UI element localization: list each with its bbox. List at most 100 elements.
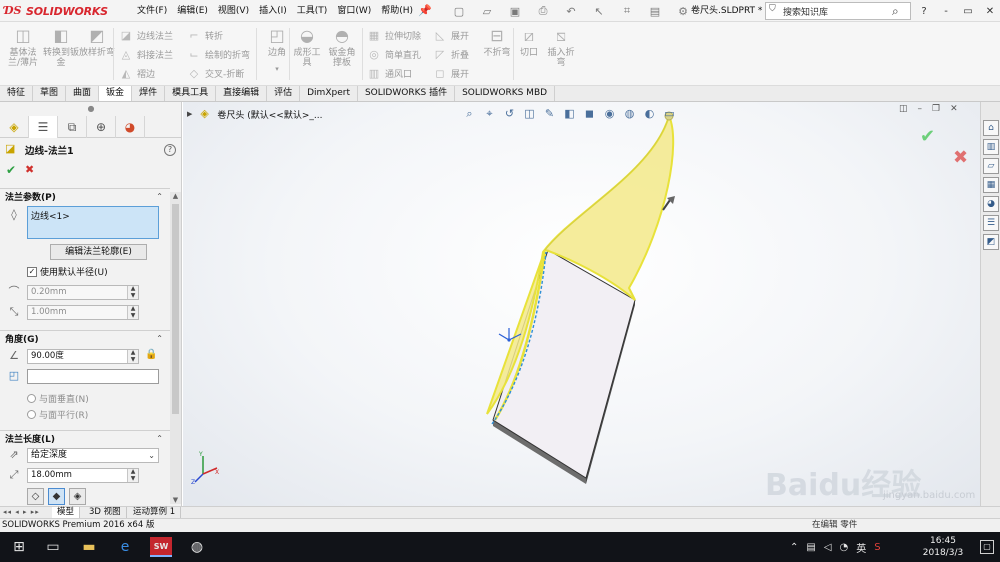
network-icon[interactable]: ▤	[806, 542, 815, 553]
tab-surfaces[interactable]: 曲面	[66, 86, 100, 101]
undo-icon[interactable]: ↶	[560, 3, 582, 19]
insert-bends-button[interactable]: ⧅ 插入折弯	[544, 26, 578, 68]
tab-mold-tools[interactable]: 模具工具	[165, 86, 217, 101]
tab-sheet-metal[interactable]: 钣金	[99, 86, 133, 101]
use-default-radius-checkbox[interactable]: ✓ 使用默认半径(U)	[27, 265, 108, 278]
flyout-feature-tree[interactable]: ▶ ◈ 卷尺头 (默认<<默认>_...	[187, 107, 322, 121]
radius-stepper[interactable]: ▲ ▼	[127, 285, 138, 299]
flatten-button[interactable]: ◻ 展开	[432, 64, 469, 83]
zoom-to-fit-icon[interactable]: ⌕	[461, 106, 478, 122]
convert-sheet-metal-button[interactable]: ◧ 转换到钣金	[42, 26, 80, 68]
flange-params-group[interactable]: 法兰参数(P) ⌃	[0, 188, 170, 204]
edit-flange-profile-button[interactable]: 编辑法兰轮廓(E)	[50, 244, 147, 260]
view-orientation-icon[interactable]: ◧	[561, 106, 578, 122]
extruded-cut-button[interactable]: ▦ 拉伸切除	[366, 26, 421, 45]
custom-properties-icon[interactable]: ☰	[983, 215, 999, 231]
dimxpert-manager-tab-icon[interactable]: ⊕	[87, 116, 116, 138]
menu-tools[interactable]: 工具(T)	[292, 0, 333, 22]
cross-break-button[interactable]: ◇ 交叉-折断	[186, 64, 250, 83]
file-explorer-icon[interactable]: ▱	[983, 158, 999, 174]
file-properties-icon[interactable]: ▤	[644, 3, 666, 19]
parallel-to-face-radio[interactable]: 与面平行(R)	[27, 408, 88, 421]
clock[interactable]: 16:45 2018/3/3	[918, 535, 968, 559]
fold-button[interactable]: ◸ 折叠	[432, 45, 469, 64]
windows-start-icon[interactable]: ⊞	[8, 537, 30, 557]
angle-group[interactable]: 角度(G) ⌃	[0, 330, 170, 346]
pin-icon[interactable]: 📌	[418, 4, 432, 18]
dynamic-annotation-icon[interactable]: ✎	[541, 106, 558, 122]
confirmation-ok-icon[interactable]: ✔	[920, 126, 935, 147]
solidworks-taskbar-icon[interactable]: SW 2016	[150, 537, 172, 557]
vent-button[interactable]: ▥ 通风口	[366, 64, 421, 83]
viewport-restore-icon[interactable]: ❐	[932, 104, 940, 114]
expand-arrow-icon[interactable]: ▶	[187, 110, 192, 118]
edge-flange-button[interactable]: ◪ 边线法兰	[118, 26, 173, 45]
appearances-icon[interactable]: ◕	[983, 196, 999, 212]
collapse-chevron-icon[interactable]: ⌃	[156, 192, 163, 201]
minimize-button[interactable]: -	[940, 6, 952, 17]
menu-insert[interactable]: 插入(I)	[254, 0, 292, 22]
outer-virtual-sharp-icon[interactable]: ◇	[27, 488, 44, 505]
hide-show-items-icon[interactable]: ◉	[601, 106, 618, 122]
corner-button[interactable]: ◰ 边角 ▾	[258, 26, 296, 74]
close-button[interactable]: ✕	[984, 6, 996, 17]
flange-length-field[interactable]: 18.00mm ▲ ▼	[27, 468, 139, 483]
rip-button[interactable]: ⧄ 切口	[514, 26, 544, 58]
selected-edge-item[interactable]: 边线<1>	[31, 212, 70, 222]
action-center-icon[interactable]: ▢	[980, 540, 994, 554]
restore-button[interactable]: ▭	[962, 6, 974, 17]
angle-stepper[interactable]: ▲ ▼	[127, 349, 138, 363]
gusset-button[interactable]: ◓ 钣金角撑板	[325, 26, 359, 68]
file-explorer-taskbar-icon[interactable]: ▬	[78, 537, 100, 557]
checkbox-checked-icon[interactable]: ✓	[27, 266, 37, 277]
open-folder-icon[interactable]: ▱	[476, 3, 498, 19]
screenshot-app-icon[interactable]: ◍	[186, 537, 208, 557]
radio-empty-icon[interactable]	[27, 394, 36, 403]
task-view-icon[interactable]: ▭	[42, 537, 64, 557]
print-icon[interactable]: ⎙	[532, 3, 554, 19]
cancel-x-icon[interactable]: ✖	[25, 163, 37, 176]
scroll-up-icon[interactable]: ▲	[171, 192, 180, 200]
help-button[interactable]: ?	[918, 6, 930, 17]
apply-scene-icon[interactable]: ◐	[641, 106, 658, 122]
menu-view[interactable]: 视图(V)	[213, 0, 254, 22]
edge-selection-list[interactable]: 边线<1>	[27, 206, 159, 239]
scroll-down-icon[interactable]: ▼	[171, 496, 180, 504]
unfold-button[interactable]: ◺ 展开	[432, 26, 469, 45]
forum-icon[interactable]: ◩	[983, 234, 999, 250]
forming-tool-button[interactable]: ◒ 成形工具	[292, 26, 322, 68]
search-input[interactable]: 搜索知识库	[783, 5, 892, 18]
view-settings-icon[interactable]: ▭	[661, 106, 678, 122]
select-arrow-icon[interactable]: ↖	[588, 3, 610, 19]
help-icon[interactable]: ?	[164, 144, 176, 156]
feature-tree-tab-icon[interactable]: ◈	[0, 116, 29, 138]
scroll-thumb[interactable]	[172, 204, 179, 414]
part-name[interactable]: 卷尺头 (默认<<默认>_...	[217, 108, 322, 121]
tab-dimxpert[interactable]: DimXpert	[300, 86, 358, 101]
configuration-manager-tab-icon[interactable]: ⧉	[58, 116, 87, 138]
flange-length-group[interactable]: 法兰长度(L) ⌃	[0, 430, 170, 446]
menu-help[interactable]: 帮助(H)	[376, 0, 418, 22]
confirmation-cancel-icon[interactable]: ✖	[953, 147, 968, 168]
angle-reference-selection[interactable]	[27, 369, 159, 384]
solidworks-logo[interactable]: ƊS SOLIDWORKS	[4, 3, 108, 19]
miter-flange-button[interactable]: ◬ 斜接法兰	[118, 45, 173, 64]
corner-dropdown-icon[interactable]: ▾	[258, 64, 296, 74]
wifi-icon[interactable]: ◔	[840, 542, 849, 553]
volume-icon[interactable]: ◁	[824, 542, 832, 553]
sheet-metal-model[interactable]	[183, 102, 980, 506]
inner-virtual-sharp-icon[interactable]: ◆	[48, 488, 65, 505]
viewport-tile-icon[interactable]: ◫	[899, 104, 908, 114]
display-style-icon[interactable]: ◼	[581, 106, 598, 122]
save-icon[interactable]: ▣	[504, 3, 526, 19]
tab-weldments[interactable]: 焊件	[132, 86, 166, 101]
tab-model[interactable]: 模型	[52, 507, 81, 518]
chevron-down-icon[interactable]: ⌄	[148, 449, 155, 462]
jog-button[interactable]: ⌐ 转折	[186, 26, 250, 45]
viewport-minimize-icon[interactable]: –	[918, 104, 923, 114]
tab-3d-views[interactable]: 3D 视图	[84, 507, 127, 518]
gap-distance-field[interactable]: 1.00mm ▲ ▼	[27, 305, 139, 320]
lock-icon[interactable]: 🔒	[145, 349, 157, 361]
display-manager-tab-icon[interactable]: ◕	[116, 116, 145, 138]
edit-appearance-icon[interactable]: ◍	[621, 106, 638, 122]
